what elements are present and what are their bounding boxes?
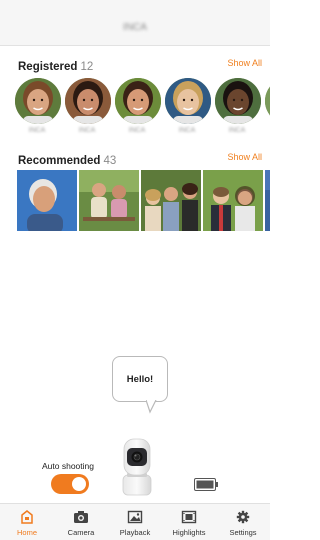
registered-label: Registered [18,61,78,73]
registered-count: 12 [80,61,94,73]
tab-label: Camera [67,528,95,537]
person-name: INCA [228,127,246,134]
playback-icon [127,510,143,524]
person-avatar [265,78,270,124]
person-avatar [165,78,211,124]
speech-bubble: Hello! [112,356,168,402]
person-name: INCA [128,127,146,134]
gear-icon [235,510,251,524]
tab-settings[interactable]: Settings [216,504,270,540]
tab-label: Highlights [172,528,206,537]
pt-camera-device [119,437,155,497]
battery-icon [194,478,218,491]
person-name: INCA [28,127,46,134]
person-name: INCA [78,127,96,134]
recommended-label: Recommended [18,155,101,167]
registered-person[interactable]: INCA [62,76,112,136]
tab-label: Home [16,528,37,537]
auto-shooting-label: Auto shooting [42,461,94,471]
recommended-count: 43 [103,155,117,167]
highlights-icon [181,510,197,524]
person-avatar [215,78,261,124]
partial-photo[interactable] [265,170,270,231]
registered-people-list: INCA INCA INCA INCA INCA INCA [12,76,270,136]
registered-section-header: Registered 12 Show All [18,57,264,73]
toggle-knob [72,477,86,491]
tab-label: Settings [229,528,257,537]
two-people-bench-photo[interactable] [79,170,139,231]
auto-shooting-toggle[interactable] [51,474,89,494]
registered-person[interactable]: INCA [112,76,162,136]
header-bar: INCA [0,0,270,46]
elderly-man-photo[interactable] [17,170,77,231]
camera-icon [73,510,89,524]
registered-show-all-link[interactable]: Show All [227,58,262,68]
person-avatar [15,78,61,124]
person-avatar [115,78,161,124]
tab-playback[interactable]: Playback [108,504,162,540]
header-title: INCA [123,22,147,33]
tab-home[interactable]: Home [0,504,54,540]
tab-camera[interactable]: Camera [54,504,108,540]
bottom-tab-bar: Home Camera Playback Highlights Settings [0,503,270,540]
tab-highlights[interactable]: Highlights [162,504,216,540]
couple-photo[interactable] [203,170,263,231]
family-photo[interactable] [141,170,201,231]
registered-person[interactable]: INCA [262,76,270,136]
recommended-show-all-link[interactable]: Show All [227,152,262,162]
recommended-photos-list [17,170,270,231]
registered-person[interactable]: INCA [12,76,62,136]
home-icon [19,510,35,524]
recommended-section-header: Recommended 43 Show All [18,151,264,167]
registered-person[interactable]: INCA [162,76,212,136]
registered-person[interactable]: INCA [212,76,262,136]
person-name: INCA [262,127,270,134]
person-avatar [65,78,111,124]
person-name: INCA [178,127,196,134]
tab-label: Playback [119,528,151,537]
